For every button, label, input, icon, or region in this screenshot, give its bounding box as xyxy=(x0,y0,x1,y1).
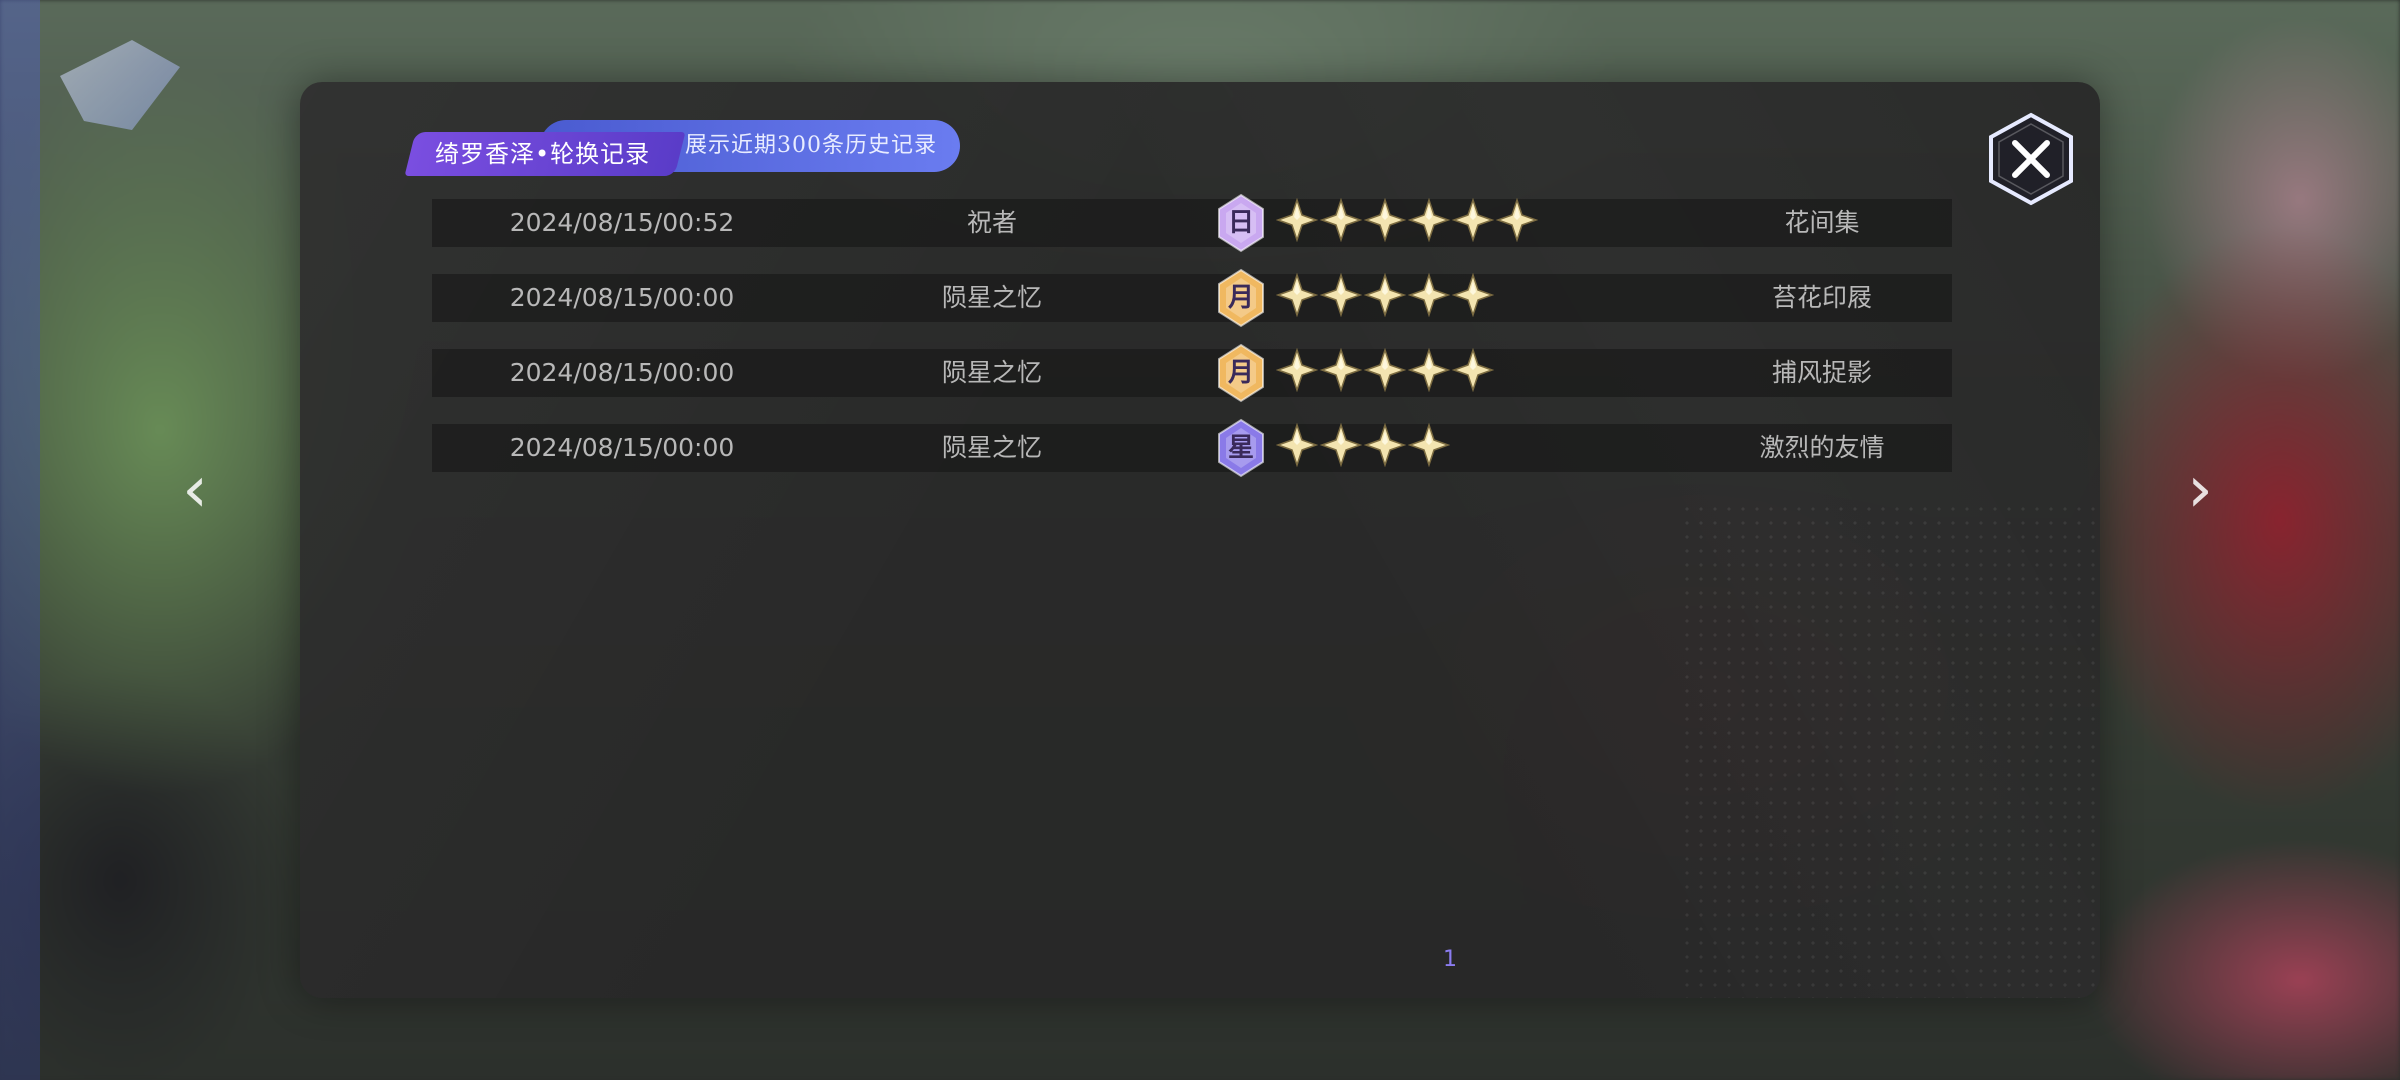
table-row: 2024/08/15/00:52 祝者 日 花间集 xyxy=(432,193,1952,253)
four-point-star-icon xyxy=(1407,347,1451,398)
row-item-name: 捕风捉影 xyxy=(1771,358,1872,387)
four-point-star-icon xyxy=(1275,422,1319,473)
row-pool: 陨星之忆 xyxy=(941,358,1042,387)
four-point-star-icon xyxy=(1451,272,1495,323)
four-point-star-icon xyxy=(1363,272,1407,323)
subtitle-text: 展示近期300条历史记录 xyxy=(685,133,937,158)
star-rating xyxy=(1275,197,1539,248)
four-point-star-icon xyxy=(1363,197,1407,248)
table-row: 2024/08/15/00:00 陨星之忆 星 激烈的友情 xyxy=(432,418,1952,478)
four-point-star-icon xyxy=(1451,197,1495,248)
table-row: 2024/08/15/00:00 陨星之忆 月 苔花印屐 xyxy=(432,268,1952,328)
rarity-badge-icon: 日 xyxy=(1216,193,1266,253)
rarity-badge-label: 月 xyxy=(1227,283,1254,313)
row-pool: 祝者 xyxy=(966,208,1017,237)
close-x-icon xyxy=(1989,112,2073,206)
screen: ‹ › 展示近期300条历史记录 绮罗香泽•轮换记录 2024/08/15/00… xyxy=(0,0,2400,1080)
chevron-right-icon[interactable]: › xyxy=(2180,455,2220,525)
four-point-star-icon xyxy=(1363,422,1407,473)
history-panel: 展示近期300条历史记录 绮罗香泽•轮换记录 2024/08/15/00:52 祝… xyxy=(300,82,2100,998)
close-button[interactable] xyxy=(1987,112,2075,206)
four-point-star-icon xyxy=(1275,272,1319,323)
four-point-star-icon xyxy=(1275,347,1319,398)
four-point-star-icon xyxy=(1275,197,1319,248)
four-point-star-icon xyxy=(1407,422,1451,473)
chevron-left-icon[interactable]: ‹ xyxy=(175,455,215,525)
four-point-star-icon xyxy=(1451,347,1495,398)
rarity-badge-label: 日 xyxy=(1227,208,1254,238)
four-point-star-icon xyxy=(1363,347,1407,398)
row-pool: 陨星之忆 xyxy=(941,433,1042,462)
four-point-star-icon xyxy=(1319,422,1363,473)
rarity-badge-icon: 月 xyxy=(1216,268,1266,328)
row-time: 2024/08/15/00:00 xyxy=(509,433,735,462)
row-time: 2024/08/15/00:00 xyxy=(509,358,735,387)
four-point-star-icon xyxy=(1319,347,1363,398)
page-number[interactable]: 1 xyxy=(1420,947,1480,972)
star-rating xyxy=(1275,347,1495,398)
panel-title: 绮罗香泽•轮换记录 xyxy=(435,140,651,168)
row-time: 2024/08/15/00:00 xyxy=(509,283,735,312)
star-rating xyxy=(1275,272,1495,323)
rarity-badge-icon: 星 xyxy=(1216,418,1266,478)
rarity-badge-icon: 月 xyxy=(1216,343,1266,403)
four-point-star-icon xyxy=(1407,272,1451,323)
row-item-name: 花间集 xyxy=(1784,208,1860,237)
row-time: 2024/08/15/00:52 xyxy=(509,208,735,237)
four-point-star-icon xyxy=(1407,197,1451,248)
table-row: 2024/08/15/00:00 陨星之忆 月 捕风捉影 xyxy=(432,343,1952,403)
four-point-star-icon xyxy=(1319,272,1363,323)
row-pool: 陨星之忆 xyxy=(941,283,1042,312)
row-item-name: 激烈的友情 xyxy=(1759,433,1885,462)
four-point-star-icon xyxy=(1495,197,1539,248)
panel-header: 展示近期300条历史记录 绮罗香泽•轮换记录 xyxy=(404,120,990,176)
four-point-star-icon xyxy=(1319,197,1363,248)
row-item-name: 苔花印屐 xyxy=(1771,283,1872,312)
rarity-badge-label: 星 xyxy=(1227,433,1254,463)
background-stripe xyxy=(0,0,40,1080)
rarity-badge-label: 月 xyxy=(1227,358,1254,388)
panel-dot-pattern xyxy=(1680,502,2100,998)
star-rating xyxy=(1275,422,1451,473)
